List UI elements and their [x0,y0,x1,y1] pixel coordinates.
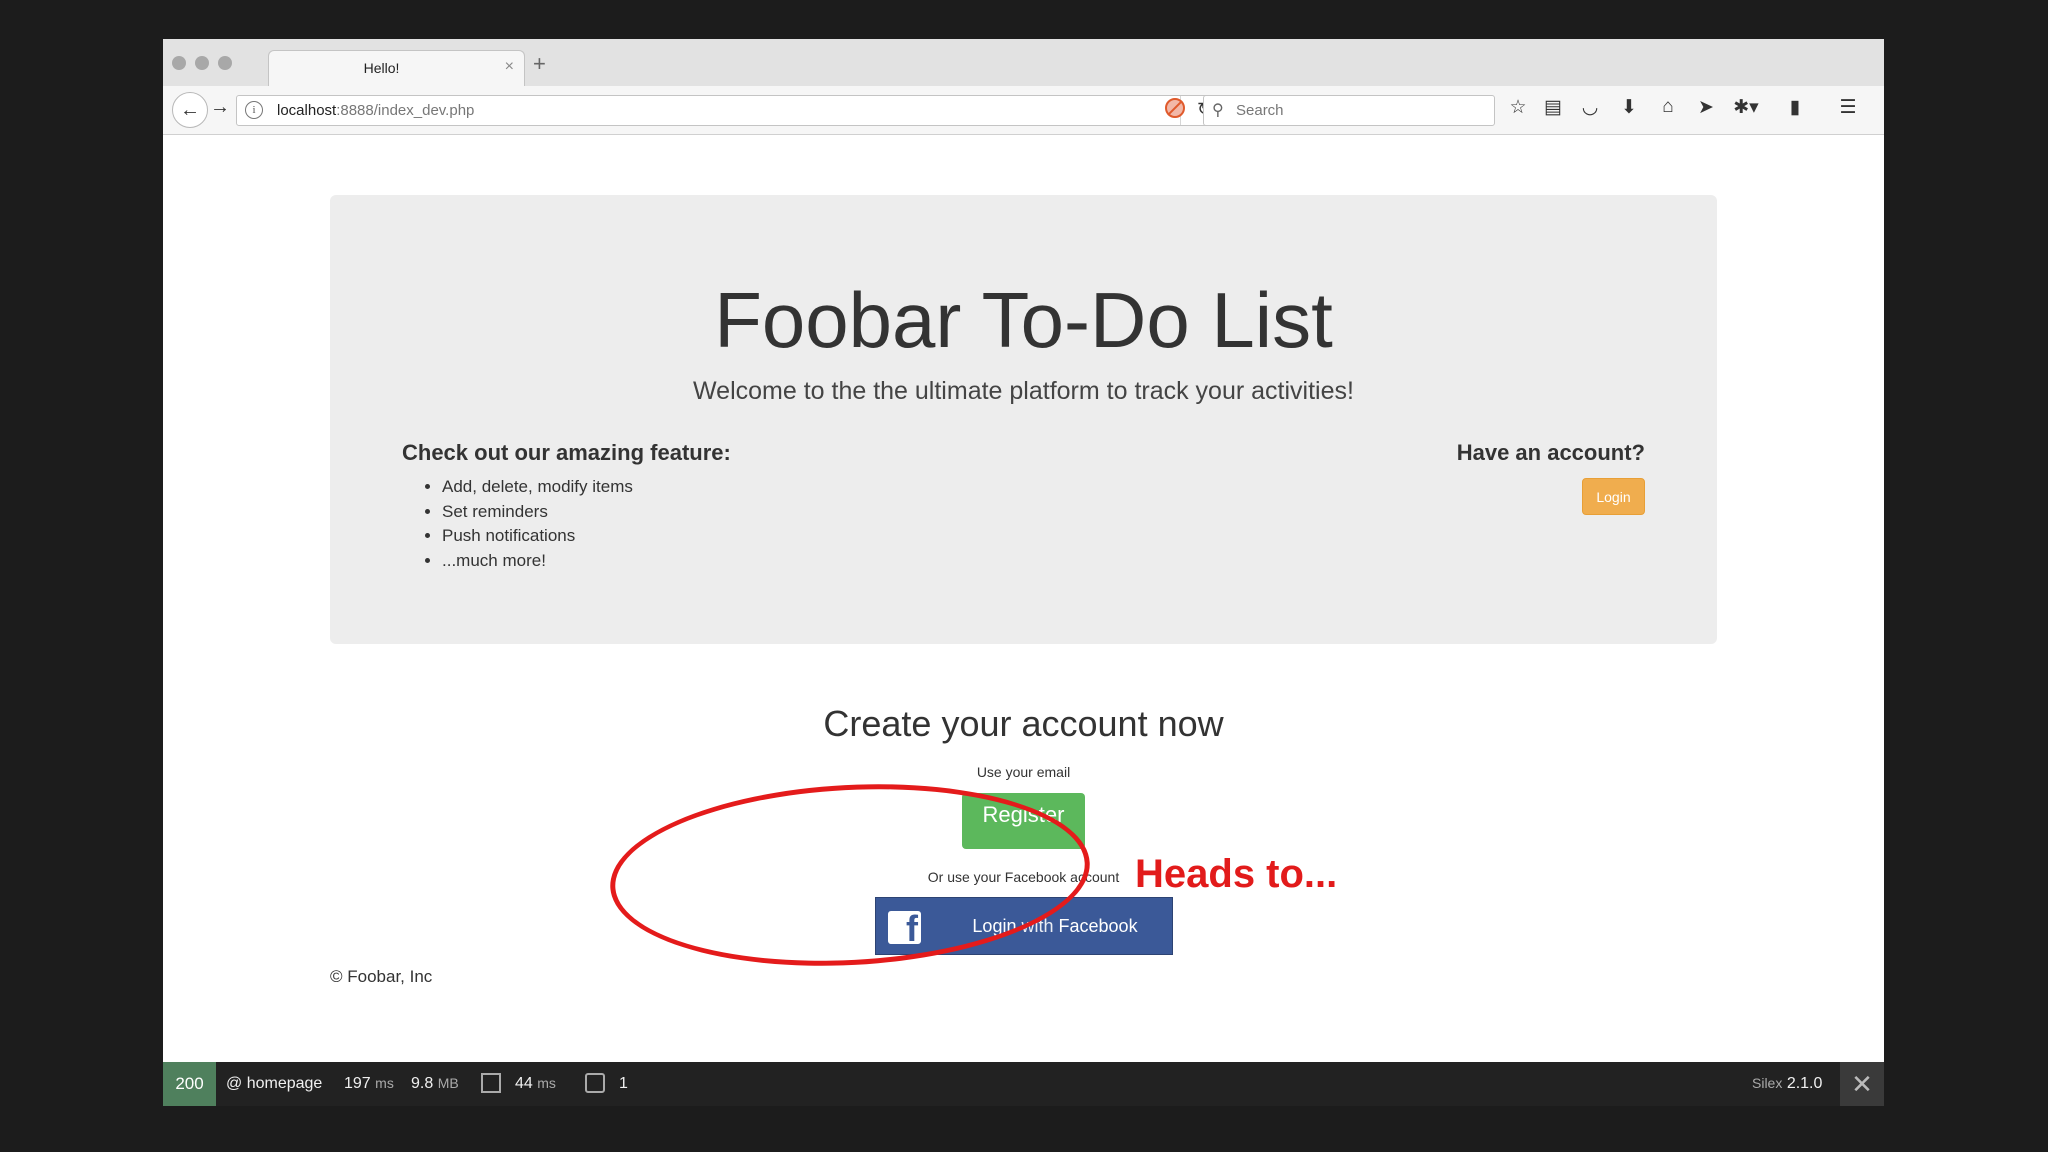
debug-toolbar: 200 @ homepage 197 ms 9.8 MB 44 ms 1 Sil… [163,1062,1884,1106]
tab-hello[interactable]: Hello! × [268,50,525,88]
search-icon: ⚲ [1212,102,1224,119]
url-bar[interactable]: i localhost:8888/index_dev.php ↻ [236,95,1238,126]
search-placeholder: Search [1236,102,1284,119]
reading-list-icon[interactable]: ▤ [1540,96,1566,119]
copyright: © Foobar, Inc [330,967,433,986]
list-item: Add, delete, modify items [442,475,633,500]
book-icon[interactable]: ▮ [1782,96,1808,119]
email-signup-label: Use your email [976,764,1071,780]
list-item: ...much more! [442,549,633,574]
send-icon[interactable]: ➤ [1693,96,1719,119]
status-badge[interactable]: 200 [163,1062,216,1106]
page-subtitle: Welcome to the the ultimate platform to … [693,377,1354,405]
framework-name: Silex [1752,1075,1783,1091]
browser-window: Hello! × + ← → i localhost:8888/index_de… [163,39,1884,1106]
route-name[interactable]: @ homepage [226,1075,322,1093]
maximize-window-button[interactable] [218,56,232,70]
search-input[interactable]: ⚲ Search [1203,95,1495,126]
forward-icon[interactable]: → [210,96,230,119]
signup-heading: Create your account now [823,703,1224,744]
database-icon [481,1073,501,1093]
account-heading: Have an account? [1456,440,1645,465]
page-title: Foobar To-Do List [714,276,1333,364]
url-text[interactable]: localhost:8888/index_dev.php [277,102,474,119]
framework-version-value: 2.1.0 [1786,1075,1823,1092]
db-time[interactable]: 44 ms [515,1075,556,1093]
events-icon [585,1073,605,1093]
db-time-value: 44 [515,1075,533,1092]
home-icon[interactable]: ⌂ [1655,96,1681,118]
list-item: Set reminders [442,500,633,525]
memory-unit: MB [437,1075,459,1091]
request-time[interactable]: 197 ms [344,1075,394,1093]
features-list: Add, delete, modify items Set reminders … [438,475,633,573]
star-icon[interactable]: ☆ [1505,96,1531,119]
features-heading: Check out our amazing feature: [402,440,731,465]
db-time-unit: ms [537,1075,556,1091]
pocket-icon[interactable]: ◡ [1577,96,1603,119]
events-count[interactable]: 1 [619,1075,628,1093]
memory-usage[interactable]: 9.8 MB [411,1075,459,1093]
minimize-window-button[interactable] [195,56,209,70]
memory-value: 9.8 [411,1075,434,1092]
new-tab-button[interactable]: + [533,51,546,77]
request-time-value: 197 [344,1075,371,1092]
download-icon[interactable]: ⬇ [1616,96,1642,119]
url-path: :8888/index_dev.php [336,102,475,119]
close-window-button[interactable] [172,56,186,70]
hero-panel: Foobar To-Do List Welcome to the the ult… [330,195,1717,644]
extension-icon[interactable]: ✱▾ [1733,96,1759,119]
tab-title: Hello! [363,60,400,76]
framework-version: Silex 2.1.0 [1752,1075,1822,1093]
back-icon[interactable]: ← [172,92,208,128]
fb-facebook-word: Facebook [1058,916,1138,936]
request-time-unit: ms [375,1075,394,1091]
login-button[interactable]: Login [1582,478,1645,515]
close-icon[interactable]: ✕ [1840,1062,1884,1106]
list-item: Push notifications [442,524,633,549]
info-icon[interactable]: i [245,101,263,119]
url-host: localhost [277,102,337,119]
blocked-icon[interactable] [1165,98,1185,118]
tab-close-icon[interactable]: × [505,58,514,76]
annotation-text: Heads to... [1135,852,1338,896]
tab-bar: Hello! × + [163,39,1884,88]
navigation-toolbar: ← → i localhost:8888/index_dev.php ↻ ⚲ S… [163,86,1884,135]
menu-icon[interactable]: ☰ [1835,96,1861,119]
